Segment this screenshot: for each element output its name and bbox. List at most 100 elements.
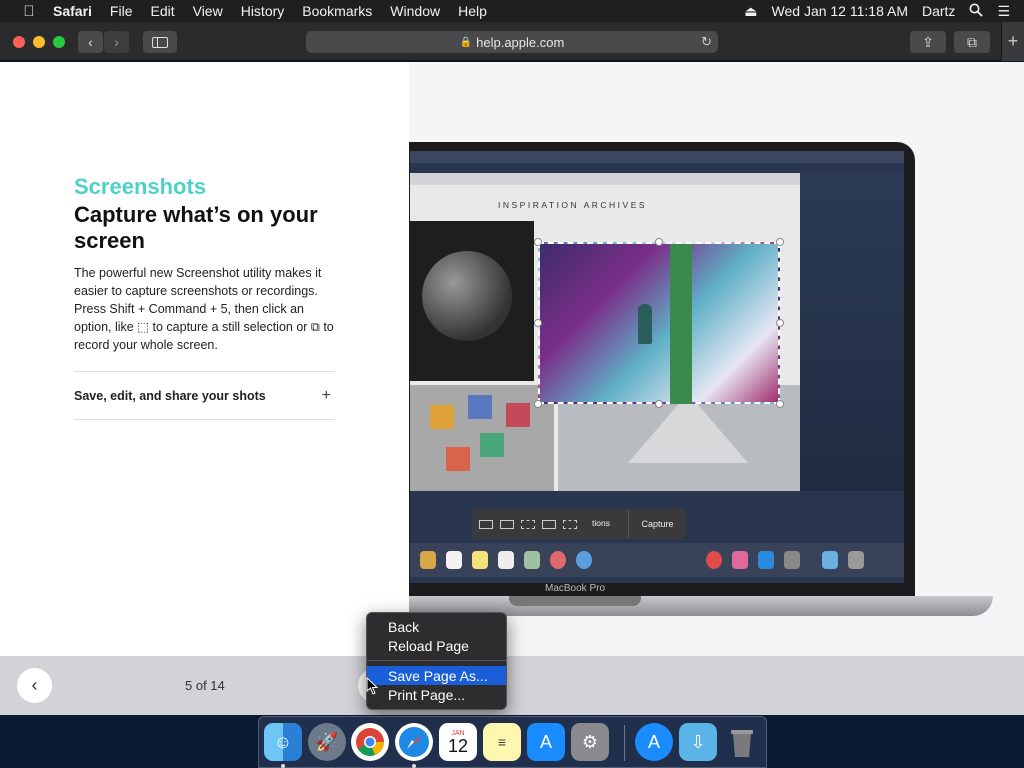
context-menu-reload-page[interactable]: Reload Page bbox=[367, 636, 506, 655]
context-menu-back[interactable]: Back bbox=[367, 617, 506, 636]
menu-history[interactable]: History bbox=[241, 3, 285, 19]
forward-button[interactable]: › bbox=[104, 31, 129, 53]
accordion-label: Save, edit, and share your shots bbox=[74, 388, 266, 403]
menu-app-name[interactable]: Safari bbox=[53, 3, 92, 19]
dock: ☺ 🚀 JAN 12 ≡ A ⚙ A ⇩ bbox=[258, 716, 767, 768]
control-center-icon[interactable]: ☰ bbox=[997, 3, 1010, 20]
address-text: help.apple.com bbox=[476, 34, 565, 50]
cube-shape bbox=[506, 403, 530, 427]
eject-icon[interactable]: ⏏ bbox=[744, 3, 757, 20]
dock-mini-icon bbox=[446, 551, 462, 569]
capture-window-icon bbox=[500, 519, 514, 529]
spotlight-search-icon[interactable] bbox=[969, 3, 984, 20]
menu-window[interactable]: Window bbox=[390, 3, 440, 19]
macbook-illustration: INSPIRATION ARCHIVES tions Capture MacBo… bbox=[409, 142, 915, 600]
dock-mini-icon bbox=[784, 551, 800, 569]
capture-selection-icon bbox=[521, 519, 535, 529]
new-tab-button[interactable]: + bbox=[1001, 22, 1024, 61]
menu-user[interactable]: Dartz bbox=[922, 3, 955, 19]
cube-shape bbox=[468, 395, 492, 419]
dock-separator bbox=[624, 725, 625, 761]
cube-shape bbox=[480, 433, 504, 457]
chevron-left-icon: ‹ bbox=[88, 34, 93, 50]
menu-edit[interactable]: Edit bbox=[150, 3, 174, 19]
figure-shape bbox=[638, 304, 652, 344]
selection-handle bbox=[534, 400, 542, 408]
reload-icon[interactable]: ↻ bbox=[701, 34, 712, 50]
lock-icon: 🔒 bbox=[459, 36, 473, 48]
tab-overview-button[interactable]: ⧉ bbox=[954, 31, 990, 53]
context-menu-print-page[interactable]: Print Page... bbox=[367, 685, 506, 704]
zoom-window-button[interactable] bbox=[53, 36, 65, 48]
apple-menu-icon[interactable]:  bbox=[19, 3, 39, 20]
content-panel: Screenshots Capture what’s on your scree… bbox=[0, 62, 409, 656]
section-eyebrow: Screenshots bbox=[74, 174, 207, 199]
previous-slide-button[interactable]: ‹ bbox=[17, 668, 52, 703]
options-label: tions bbox=[592, 518, 610, 528]
sphere-tile bbox=[410, 221, 534, 381]
screen-menubar bbox=[410, 151, 904, 163]
body-text: The powerful new Screenshot utility make… bbox=[74, 266, 334, 352]
sidebar-icon bbox=[152, 36, 168, 48]
chrome-icon[interactable] bbox=[351, 723, 389, 761]
minimize-window-button[interactable] bbox=[33, 36, 45, 48]
close-window-button[interactable] bbox=[13, 36, 25, 48]
sphere-image bbox=[422, 251, 512, 341]
address-bar[interactable]: 🔒 help.apple.com ↻ bbox=[306, 31, 718, 53]
downloads-folder-icon[interactable]: ⇩ bbox=[679, 723, 717, 761]
menu-bookmarks[interactable]: Bookmarks bbox=[302, 3, 372, 19]
chevron-left-icon: ‹ bbox=[31, 675, 38, 695]
context-menu-save-page-as[interactable]: Save Page As... bbox=[367, 666, 506, 685]
screenshot-selection bbox=[538, 242, 780, 404]
cube-shape bbox=[430, 405, 454, 429]
dock-mini-icon bbox=[848, 551, 864, 569]
capture-screen-icon bbox=[479, 519, 493, 529]
cubes-tile bbox=[410, 385, 554, 491]
app-store-icon[interactable]: A bbox=[527, 723, 565, 761]
running-indicator bbox=[412, 764, 416, 768]
device-label: MacBook Pro bbox=[545, 583, 606, 594]
launchpad-icon[interactable]: 🚀 bbox=[308, 723, 346, 761]
dock-mini-icon bbox=[472, 551, 488, 569]
calendar-icon[interactable]: JAN 12 bbox=[439, 723, 477, 761]
app-store-folder-icon[interactable]: A bbox=[635, 723, 673, 761]
share-button[interactable]: ⇪ bbox=[910, 31, 946, 53]
capture-label: Capture bbox=[628, 509, 686, 539]
dock-mini-icon bbox=[420, 551, 436, 569]
finder-icon[interactable]: ☺ bbox=[264, 723, 302, 761]
hinge-notch bbox=[509, 596, 641, 606]
menu-file[interactable]: File bbox=[110, 3, 133, 19]
menu-separator bbox=[367, 660, 506, 661]
selection-handle bbox=[776, 400, 784, 408]
record-selection-icon bbox=[563, 519, 577, 529]
dock-mini-icon bbox=[550, 551, 566, 569]
screen-dock bbox=[410, 543, 904, 577]
chevron-right-icon: › bbox=[114, 34, 119, 50]
menu-clock[interactable]: Wed Jan 12 11:18 AM bbox=[772, 3, 908, 19]
record-screen-icon bbox=[542, 519, 556, 529]
safari-toolbar: ‹ › 🔒 help.apple.com ↻ ⇪ ⧉ + bbox=[0, 22, 1024, 61]
dock-mini-icon bbox=[524, 551, 540, 569]
system-preferences-icon[interactable]: ⚙ bbox=[571, 723, 609, 761]
accordion-save-edit-share[interactable]: Save, edit, and share your shots + bbox=[74, 371, 335, 420]
menu-help[interactable]: Help bbox=[458, 3, 487, 19]
menu-view[interactable]: View bbox=[193, 3, 223, 19]
dock-mini-icon bbox=[498, 551, 514, 569]
plus-icon[interactable]: + bbox=[322, 387, 331, 405]
safari-icon[interactable] bbox=[395, 723, 433, 761]
notes-icon[interactable]: ≡ bbox=[483, 723, 521, 761]
trash-icon[interactable] bbox=[723, 723, 761, 761]
selection-handle bbox=[534, 238, 542, 246]
plus-icon: + bbox=[1007, 31, 1019, 51]
selection-handle bbox=[655, 400, 663, 408]
notes-lines-icon: ≡ bbox=[497, 734, 507, 750]
sidebar-toggle-button[interactable] bbox=[143, 31, 177, 53]
slide-counter: 5 of 14 bbox=[185, 678, 225, 693]
context-menu: Back Reload Page Save Page As... Print P… bbox=[366, 612, 507, 710]
screenshot-toolbar: tions Capture bbox=[472, 509, 686, 539]
share-icon: ⇪ bbox=[922, 33, 934, 50]
running-indicator bbox=[281, 764, 285, 768]
laptop-screen: INSPIRATION ARCHIVES tions Capture bbox=[410, 151, 904, 583]
mouse-cursor-icon bbox=[366, 676, 379, 699]
back-button[interactable]: ‹ bbox=[78, 31, 103, 53]
